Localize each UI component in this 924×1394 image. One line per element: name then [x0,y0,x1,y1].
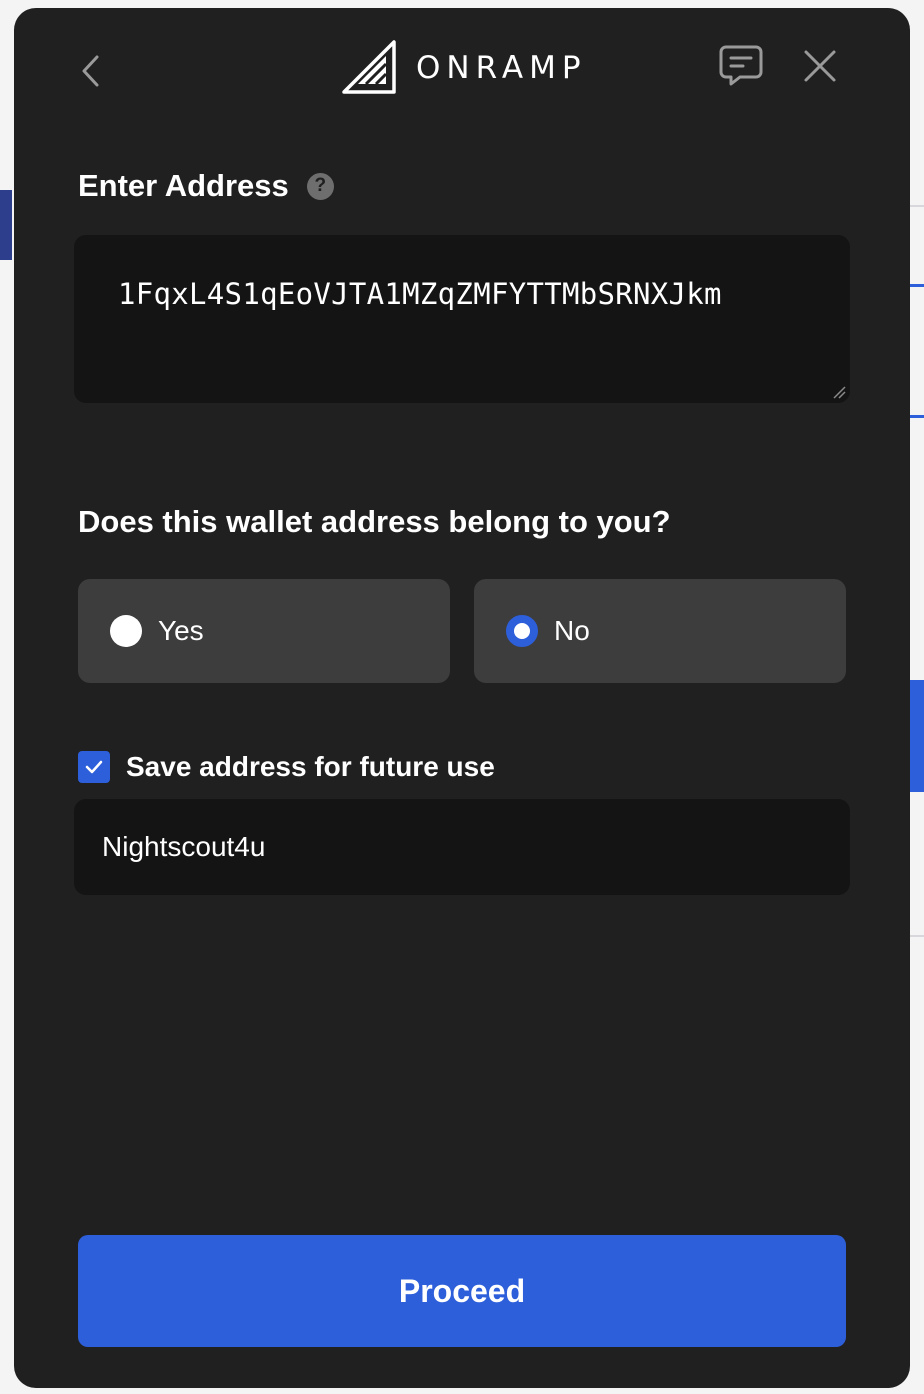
radio-unselected-icon[interactable] [110,615,142,647]
chat-bubble-icon [719,45,763,86]
option-no-label: No [554,615,590,646]
background-page-fragment [910,284,924,287]
save-address-label: Save address for future use [126,751,495,782]
background-divider [910,205,924,207]
proceed-button[interactable]: Proceed [78,1235,846,1347]
option-yes-label: Yes [158,615,204,646]
option-no[interactable]: No [474,579,846,683]
save-address-checkbox[interactable] [78,751,110,783]
chat-button[interactable] [714,40,768,92]
question-icon[interactable]: ? [306,172,334,200]
address-label-row: Enter Address ? [78,168,334,204]
close-button[interactable] [800,46,840,86]
resize-handle-icon[interactable] [832,385,846,399]
address-nickname-value: Nightscout4u [102,831,266,862]
checkmark-icon [85,760,103,774]
brand-name: ONRAMP [416,50,587,86]
save-address-row: Save address for future use [78,751,495,783]
background-divider [910,935,924,937]
radio-selected-icon[interactable] [506,615,538,647]
address-label: Enter Address [78,168,289,203]
back-button[interactable] [74,46,108,96]
address-value: 1FqxL4S1qEoVJTA1MZqZMFYTTMbSRNXJkm [118,277,722,311]
background-page-fragment [0,190,12,260]
background-page-fragment [910,415,924,418]
onramp-logo-icon [342,40,396,94]
brand-logo: ONRAMP [342,36,587,100]
ownership-question: Does this wallet address belong to you? [78,504,671,539]
close-icon [804,50,836,82]
option-yes[interactable]: Yes [78,579,450,683]
address-nickname-field[interactable]: Nightscout4u [74,799,850,895]
address-textarea[interactable]: 1FqxL4S1qEoVJTA1MZqZMFYTTMbSRNXJkm [74,235,850,403]
background-page-fragment [910,680,924,792]
chevron-left-icon [82,55,99,87]
onramp-modal: ONRAMP Enter Address ? 1FqxL4S1qEoVJTA1M… [14,8,910,1388]
